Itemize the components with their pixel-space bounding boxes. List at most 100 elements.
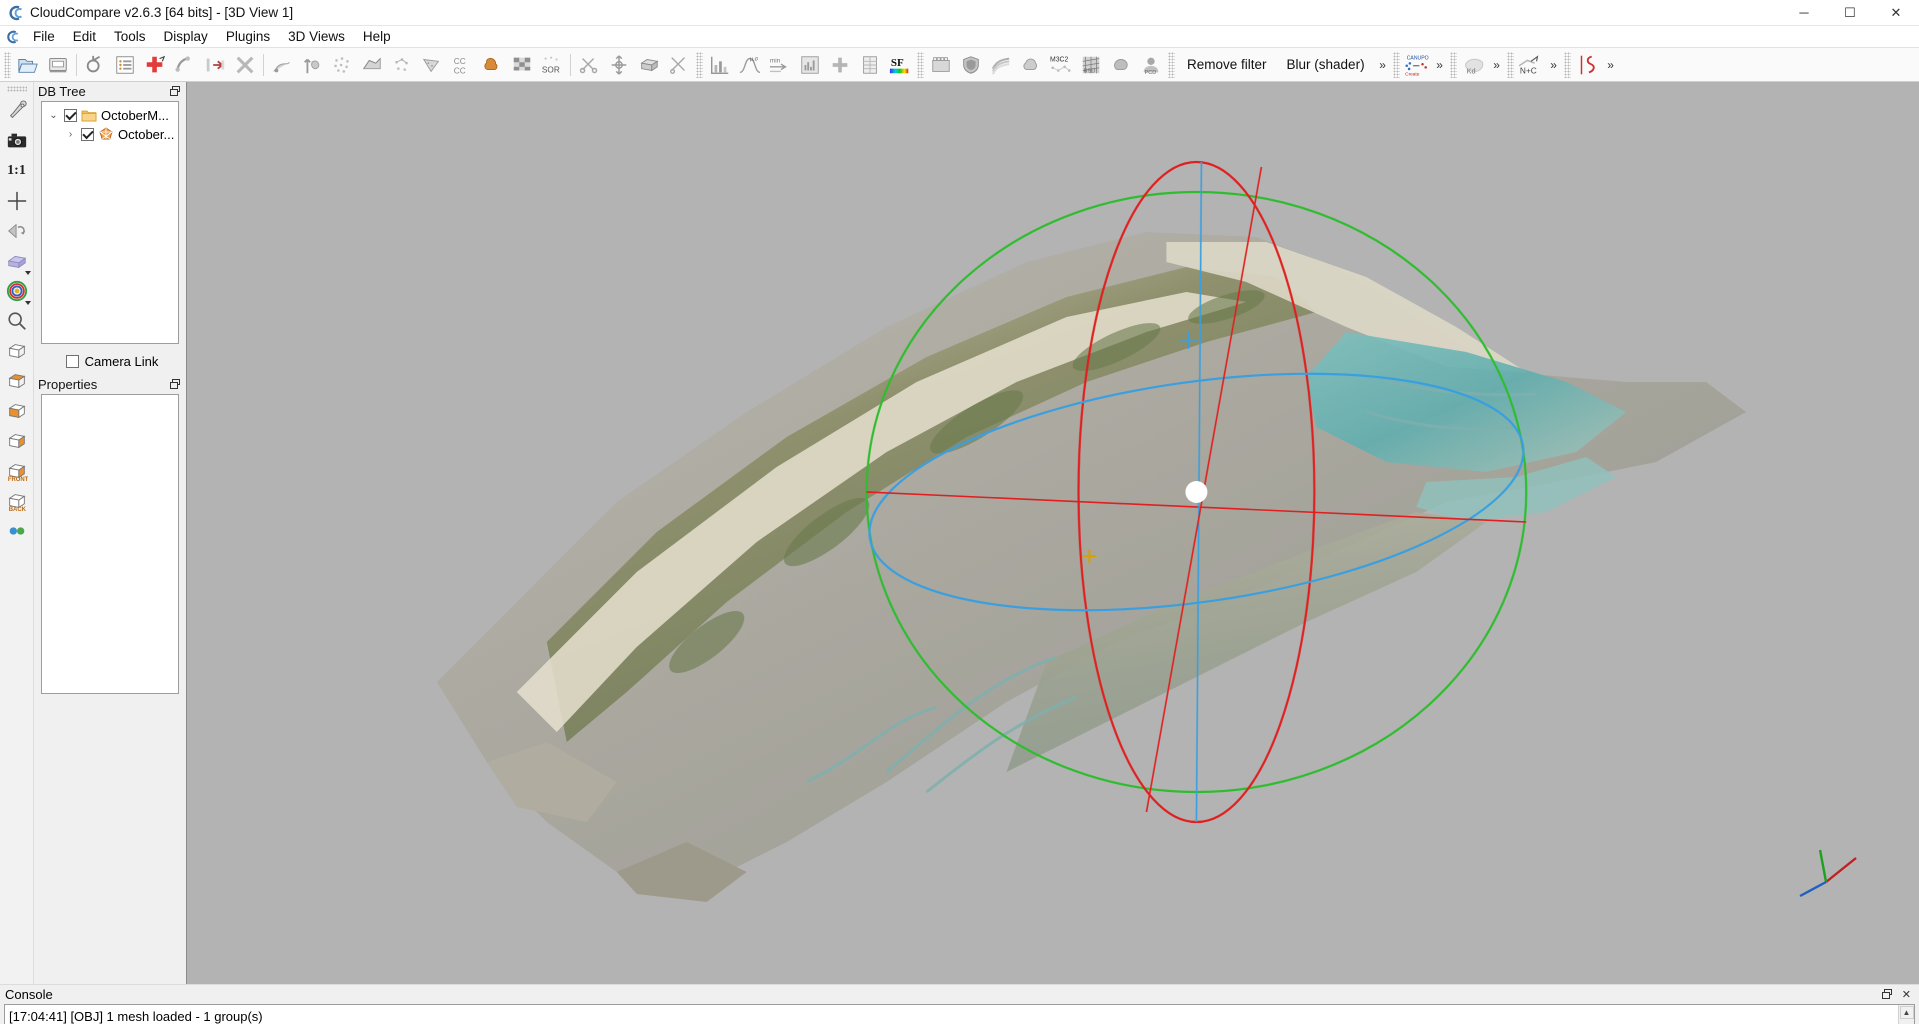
view-back-icon[interactable]: BACK xyxy=(2,486,32,516)
sf-color-scale-icon[interactable]: SF xyxy=(885,50,915,80)
toolbar-overflow-3[interactable]: » xyxy=(1489,51,1505,79)
tree-node-checkbox[interactable] xyxy=(81,128,94,141)
chevron-down-icon[interactable] xyxy=(25,271,31,275)
color-scale-icon[interactable] xyxy=(2,276,32,306)
checkerboard-icon[interactable] xyxy=(507,50,537,80)
canupo-create-icon[interactable]: CANUPO Create xyxy=(1402,50,1432,80)
maximize-button[interactable]: ☐ xyxy=(1827,0,1873,26)
cloud-cloud-dist-icon[interactable]: CC CC xyxy=(447,50,477,80)
ransac-sd-icon[interactable]: RSD xyxy=(1076,50,1106,80)
toolbar-grip[interactable] xyxy=(4,52,11,78)
dock-float-icon[interactable] xyxy=(170,86,181,97)
translate-rotate-icon[interactable] xyxy=(297,50,327,80)
toolbar-grip[interactable] xyxy=(917,52,924,78)
menu-edit[interactable]: Edit xyxy=(64,27,105,46)
animation-plugin-icon[interactable] xyxy=(926,50,956,80)
histogram-icon[interactable] xyxy=(705,50,735,80)
clone-icon[interactable] xyxy=(170,50,200,80)
cloud-mesh-dist-icon[interactable] xyxy=(477,50,507,80)
3d-viewport[interactable] xyxy=(186,82,1919,984)
console-close-icon[interactable]: ✕ xyxy=(1902,988,1911,1001)
menu-tools[interactable]: Tools xyxy=(105,27,155,46)
properties-panel[interactable] xyxy=(41,394,179,694)
subsample-icon[interactable] xyxy=(327,50,357,80)
add-point-icon[interactable] xyxy=(140,50,170,80)
global-shift-settings-icon[interactable] xyxy=(80,50,110,80)
merge-icon[interactable] xyxy=(200,50,230,80)
wave-plugin-icon[interactable] xyxy=(986,50,1016,80)
tree-node-checkbox[interactable] xyxy=(64,109,77,122)
gauss-filter-icon[interactable]: μ,σ xyxy=(735,50,765,80)
camera-link-checkbox[interactable] xyxy=(66,355,79,368)
toolbar-grip[interactable] xyxy=(1507,52,1514,78)
chevron-down-icon[interactable] xyxy=(25,301,31,305)
toolbar-overflow-2[interactable]: » xyxy=(1432,51,1448,79)
pivot-point-marker[interactable] xyxy=(1185,481,1207,503)
menu-3d-views[interactable]: 3D Views xyxy=(279,27,354,46)
n-plus-c-icon[interactable]: N+C xyxy=(1516,50,1546,80)
console-panel[interactable]: [17:04:41] [OBJ] 1 mesh loaded - 1 group… xyxy=(4,1004,1915,1024)
rail-grip[interactable] xyxy=(7,86,27,92)
chevron-down-icon[interactable]: ⌄ xyxy=(47,110,60,121)
toolbar-grip[interactable] xyxy=(1450,52,1457,78)
zoom-one-to-one-icon[interactable]: 1:1 xyxy=(2,156,32,186)
tree-node-mesh[interactable]: › October... xyxy=(42,125,178,144)
kd-tree-icon[interactable]: Kd xyxy=(1459,50,1489,80)
min-max-icon[interactable]: min xyxy=(765,50,795,80)
shield-plugin-icon[interactable] xyxy=(956,50,986,80)
toolbar-grip[interactable] xyxy=(1564,52,1571,78)
poisson-recon-icon[interactable] xyxy=(1016,50,1046,80)
menu-file[interactable]: File xyxy=(24,27,64,46)
segment-icon[interactable] xyxy=(267,50,297,80)
box-icon[interactable] xyxy=(634,50,664,80)
menu-help[interactable]: Help xyxy=(354,27,400,46)
toolbar-overflow-5[interactable]: » xyxy=(1603,51,1619,79)
remove-filter-button[interactable]: Remove filter xyxy=(1177,51,1277,79)
toolbar-grip[interactable] xyxy=(696,52,703,78)
menu-plugins[interactable]: Plugins xyxy=(217,27,279,46)
point-size-icon[interactable] xyxy=(2,516,32,546)
zoom-global-icon[interactable] xyxy=(2,306,32,336)
view-left-icon[interactable] xyxy=(2,396,32,426)
view-bottom-icon[interactable] xyxy=(2,366,32,396)
open-file-icon[interactable] xyxy=(13,50,43,80)
compute-normals-icon[interactable] xyxy=(387,50,417,80)
3d-scene[interactable] xyxy=(187,82,1919,984)
pcd-plugin-icon[interactable]: PCD xyxy=(1136,50,1166,80)
view-top-icon[interactable] xyxy=(2,336,32,366)
chevron-right-icon[interactable]: › xyxy=(64,129,77,140)
dock-float-icon[interactable] xyxy=(1882,989,1893,1000)
camera-link-row[interactable]: Camera Link xyxy=(34,349,186,373)
mesh-sample-icon[interactable] xyxy=(417,50,447,80)
cut-icon[interactable] xyxy=(574,50,604,80)
pick-rotation-center-icon[interactable] xyxy=(2,96,32,126)
db-tree-panel[interactable]: ⌄ OctoberM... › xyxy=(41,101,179,344)
rotate-view-icon[interactable] xyxy=(2,216,32,246)
tree-node-group[interactable]: ⌄ OctoberM... xyxy=(42,106,178,125)
m3c2-plugin-icon[interactable]: M3C2 xyxy=(1046,50,1076,80)
scroll-up-button[interactable]: ▲ xyxy=(1900,1006,1914,1019)
toolbar-overflow-4[interactable]: » xyxy=(1546,51,1562,79)
minimize-button[interactable]: ─ xyxy=(1781,0,1827,26)
default-colors-icon[interactable] xyxy=(2,246,32,276)
close-button[interactable]: ✕ xyxy=(1873,0,1919,26)
add-scalar-field-icon[interactable] xyxy=(825,50,855,80)
blur-shader-button[interactable]: Blur (shader) xyxy=(1277,51,1375,79)
set-pivot-icon[interactable] xyxy=(2,186,32,216)
save-file-icon[interactable] xyxy=(43,50,73,80)
align-icon[interactable] xyxy=(604,50,634,80)
menu-display[interactable]: Display xyxy=(155,27,217,46)
view-front-icon[interactable]: FRONT xyxy=(2,456,32,486)
dock-float-icon[interactable] xyxy=(170,379,181,390)
delete-icon[interactable] xyxy=(230,50,260,80)
scissors-icon[interactable] xyxy=(664,50,694,80)
toolbar-grip[interactable] xyxy=(1168,52,1175,78)
curve-plugin-icon[interactable] xyxy=(1573,50,1603,80)
toolbar-overflow-1[interactable]: » xyxy=(1375,51,1391,79)
toolbar-grip[interactable] xyxy=(1393,52,1400,78)
display-properties-icon[interactable] xyxy=(110,50,140,80)
pcv-plugin-icon[interactable] xyxy=(1106,50,1136,80)
sor-filter-icon[interactable]: SOR xyxy=(537,50,567,80)
stats-icon[interactable] xyxy=(795,50,825,80)
view-right-icon[interactable] xyxy=(2,426,32,456)
